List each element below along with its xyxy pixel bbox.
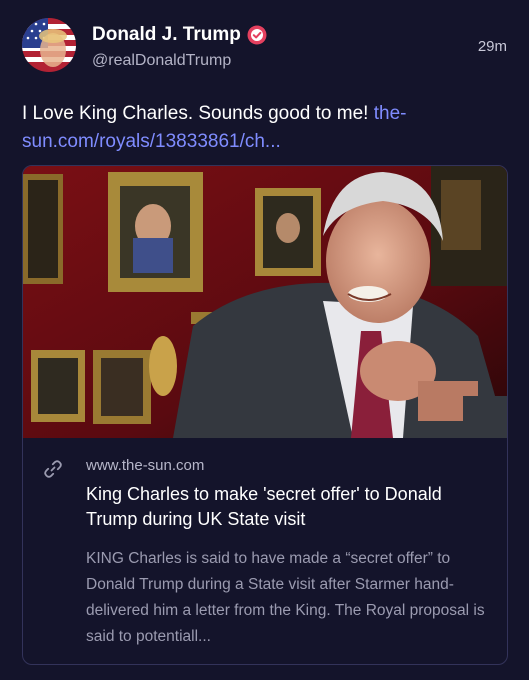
avatar-image bbox=[22, 18, 76, 72]
link-description: KING Charles is said to have made a “sec… bbox=[86, 550, 485, 645]
author-name-row: Donald J. Trump bbox=[92, 24, 267, 46]
author-display-name[interactable]: Donald J. Trump bbox=[92, 24, 241, 46]
link-preview-image[interactable] bbox=[23, 166, 507, 438]
post-body-text: I Love King Charles. Sounds good to me! bbox=[22, 103, 374, 124]
post-timestamp[interactable]: 29m bbox=[478, 38, 507, 55]
post-header: Donald J. Trump @realDonaldTrump 29m bbox=[22, 18, 507, 74]
link-preview-body[interactable]: www.the-sun.com King Charles to make 'se… bbox=[23, 438, 507, 664]
verified-badge-icon bbox=[247, 25, 267, 45]
link-domain: www.the-sun.com bbox=[86, 457, 205, 474]
avatar[interactable] bbox=[22, 18, 76, 72]
link-preview-card[interactable]: www.the-sun.com King Charles to make 'se… bbox=[22, 165, 508, 665]
link-title[interactable]: King Charles to make 'secret offer' to D… bbox=[86, 482, 486, 532]
post-text: I Love King Charles. Sounds good to me! … bbox=[22, 100, 492, 156]
author-handle[interactable]: @realDonaldTrump bbox=[92, 52, 231, 70]
link-chain-icon bbox=[43, 459, 63, 479]
